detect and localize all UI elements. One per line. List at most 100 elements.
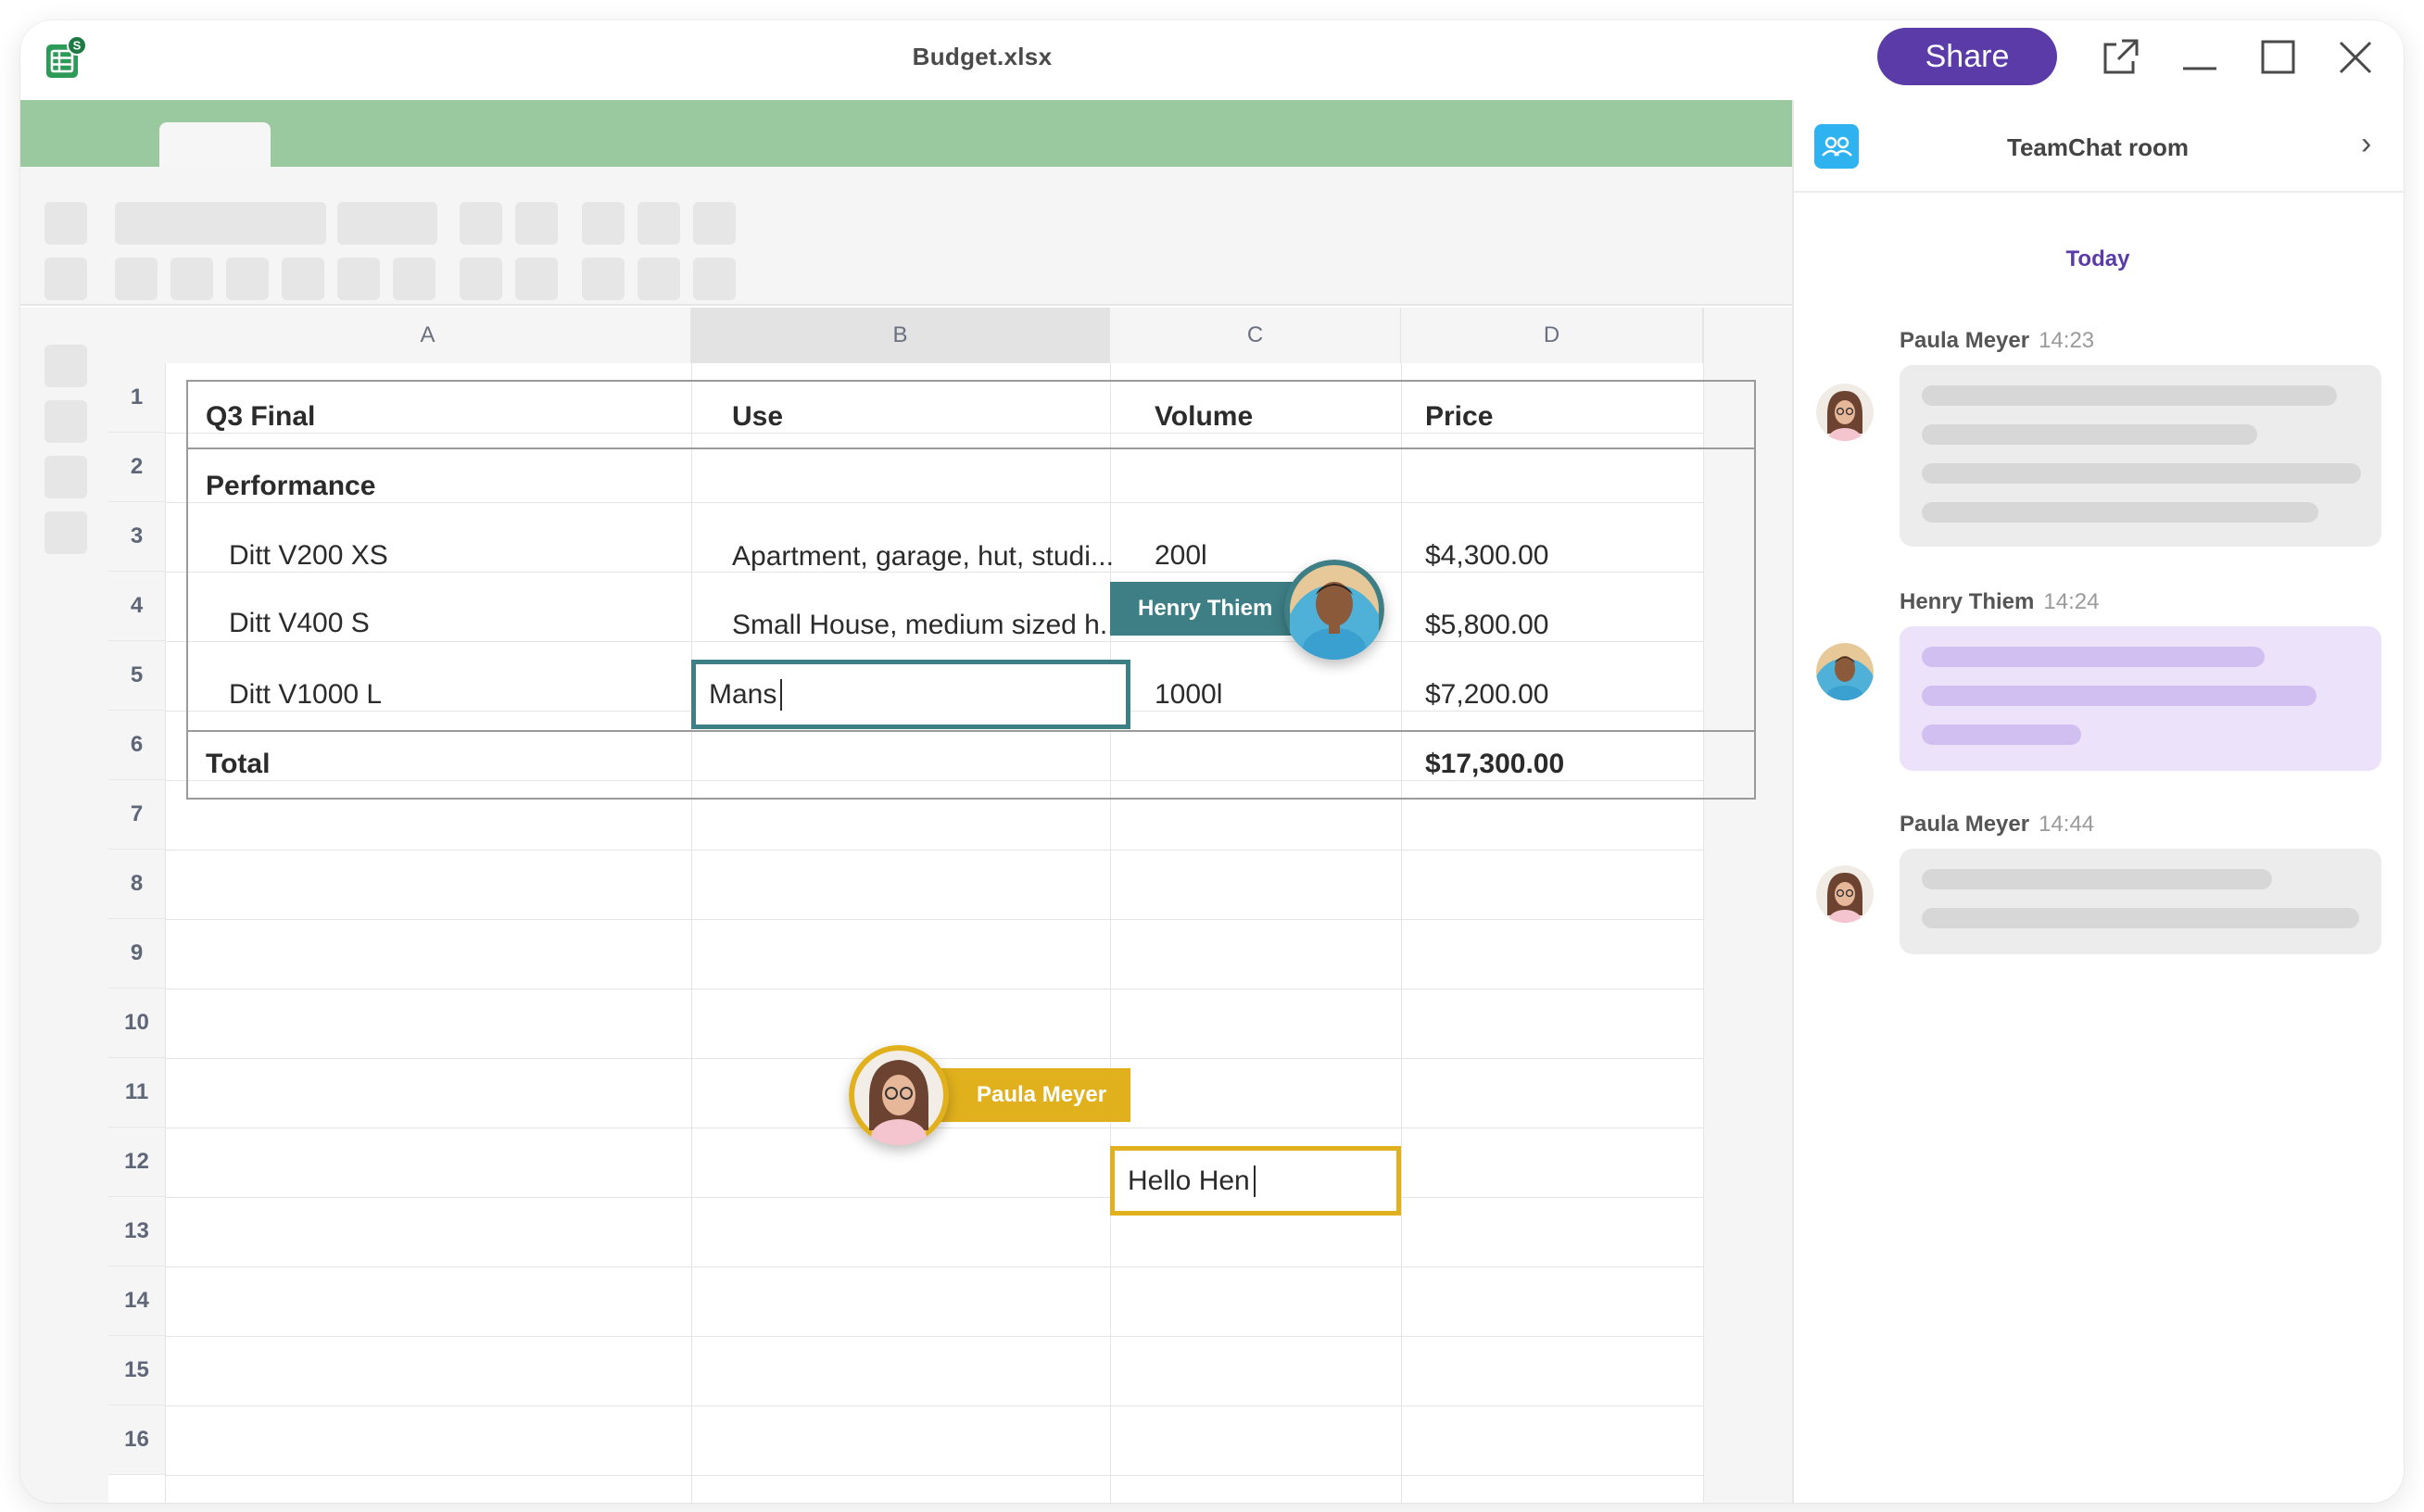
column-header-a[interactable]: A <box>165 308 691 363</box>
chat-room-title: TeamChat room <box>2007 133 2189 161</box>
gridline <box>1703 363 1704 1503</box>
app-window: S Budget.xlsx Share A B C D 1 2 3 4 5 6 … <box>20 20 2404 1503</box>
message-time: 14:23 <box>2039 328 2095 353</box>
cell-b1[interactable]: Use <box>732 382 1121 451</box>
side-placeholder <box>44 456 87 498</box>
message-author: Paula Meyer <box>1900 328 2030 353</box>
cell-c1[interactable]: Volume <box>1155 382 1423 451</box>
cell-a1[interactable]: Q3 Final <box>206 382 688 451</box>
left-side-rail <box>20 308 108 1503</box>
gridline <box>165 363 166 1503</box>
cell-a2[interactable]: Performance <box>206 451 688 521</box>
chat-message-bubble <box>1900 626 2381 771</box>
text-placeholder <box>1922 908 2359 928</box>
side-placeholder <box>44 400 87 443</box>
document-title: Budget.xlsx <box>912 43 1053 70</box>
row-header[interactable]: 13 <box>108 1197 165 1266</box>
message-time: 14:24 <box>2043 589 2100 614</box>
paula-avatar <box>1816 384 1874 441</box>
toolbar-placeholder <box>337 202 437 245</box>
text-caret <box>780 678 783 711</box>
side-placeholder <box>44 345 87 387</box>
close-icon[interactable] <box>2331 33 2380 82</box>
text-caret <box>1253 1165 1256 1197</box>
row-header[interactable]: 6 <box>108 711 165 780</box>
row-header[interactable]: 7 <box>108 780 165 850</box>
minimize-icon[interactable] <box>2176 33 2224 82</box>
text-placeholder <box>1922 686 2317 706</box>
cell-d5[interactable]: $7,200.00 <box>1425 660 1694 729</box>
share-button[interactable]: Share <box>1877 28 2057 85</box>
title-bar: S Budget.xlsx Share <box>20 20 2404 100</box>
row-header[interactable]: 2 <box>108 433 165 502</box>
cell-a4[interactable]: Ditt V400 S <box>229 588 692 658</box>
row-header[interactable]: 8 <box>108 850 165 919</box>
presence-label-henry: Henry Thiem <box>1110 582 1314 636</box>
row-header[interactable]: 12 <box>108 1128 165 1197</box>
text-placeholder <box>1922 424 2257 445</box>
gridline <box>165 919 1704 920</box>
side-placeholder <box>44 511 87 554</box>
gridline <box>165 1266 1704 1267</box>
text-placeholder <box>1922 869 2272 889</box>
ribbon-tab-active[interactable] <box>159 122 271 167</box>
henry-avatar <box>1816 643 1874 700</box>
presence-label-paula: Paula Meyer <box>927 1068 1130 1122</box>
toolbar-placeholder <box>115 202 326 245</box>
text-placeholder <box>1922 463 2361 484</box>
maximize-icon[interactable] <box>2254 33 2302 82</box>
row-header[interactable]: 5 <box>108 641 165 711</box>
row-header[interactable]: 9 <box>108 919 165 989</box>
column-header-c[interactable]: C <box>1110 308 1401 363</box>
open-external-icon[interactable] <box>2096 33 2144 82</box>
cell-b5-editor[interactable]: Mans <box>709 664 1098 724</box>
toolbar-placeholder <box>460 258 502 300</box>
paula-avatar <box>849 1045 949 1145</box>
cell-a5[interactable]: Ditt V1000 L <box>229 660 692 729</box>
toolbar-placeholder <box>693 258 736 300</box>
cell-c3[interactable]: 200l <box>1155 521 1423 590</box>
chevron-right-icon[interactable]: › <box>2361 126 2371 162</box>
row-header[interactable]: 1 <box>108 363 165 433</box>
active-edit-cell-c12[interactable]: Hello Hen <box>1110 1146 1401 1216</box>
paula-avatar <box>1816 865 1874 923</box>
row-header[interactable]: 10 <box>108 989 165 1058</box>
toolbar-placeholder <box>693 202 736 245</box>
message-author: Henry Thiem <box>1900 589 2035 614</box>
cell-a6[interactable]: Total <box>206 729 688 799</box>
cell-c5[interactable]: 1000l <box>1155 660 1423 729</box>
cell-c12-editor[interactable]: Hello Hen <box>1128 1151 1387 1211</box>
row-header[interactable]: 4 <box>108 572 165 641</box>
chat-panel: TeamChat room › Today Paula Meyer 14:23 H… <box>1792 100 2404 1503</box>
message-time: 14:44 <box>2039 812 2095 837</box>
message-author: Paula Meyer <box>1900 812 2030 837</box>
toolbar-placeholder <box>460 202 502 245</box>
cell-d3[interactable]: $4,300.00 <box>1425 521 1694 590</box>
toolbar-placeholder <box>515 202 558 245</box>
text-placeholder <box>1922 502 2318 523</box>
row-header[interactable]: 16 <box>108 1405 165 1475</box>
toolbar-placeholder <box>337 258 380 300</box>
cell-d1[interactable]: Price <box>1425 382 1694 451</box>
row-header[interactable]: 15 <box>108 1336 165 1405</box>
toolbar-placeholder <box>226 258 269 300</box>
row-header[interactable]: 14 <box>108 1266 165 1336</box>
cell-d6[interactable]: $17,300.00 <box>1425 729 1694 799</box>
grid-corner[interactable] <box>108 308 165 363</box>
toolbar-placeholder <box>170 258 213 300</box>
toolbar-placeholder <box>515 258 558 300</box>
chat-header[interactable]: TeamChat room › <box>1794 100 2404 193</box>
day-separator: Today <box>2065 246 2130 271</box>
text-placeholder <box>1922 724 2081 745</box>
cell-a3[interactable]: Ditt V200 XS <box>229 521 692 590</box>
column-header-b[interactable]: B <box>691 308 1110 363</box>
column-header-d[interactable]: D <box>1401 308 1703 363</box>
gridline <box>165 1475 1704 1476</box>
row-header[interactable]: 3 <box>108 502 165 572</box>
cell-b4[interactable]: Small House, medium sized h... <box>732 590 1121 660</box>
toolbar-placeholder <box>44 202 87 245</box>
active-edit-cell-b5[interactable]: Mans <box>691 660 1130 729</box>
cell-b3[interactable]: Apartment, garage, hut, studi... <box>732 521 1121 592</box>
row-header[interactable]: 11 <box>108 1058 165 1128</box>
cell-d4[interactable]: $5,800.00 <box>1425 590 1694 660</box>
